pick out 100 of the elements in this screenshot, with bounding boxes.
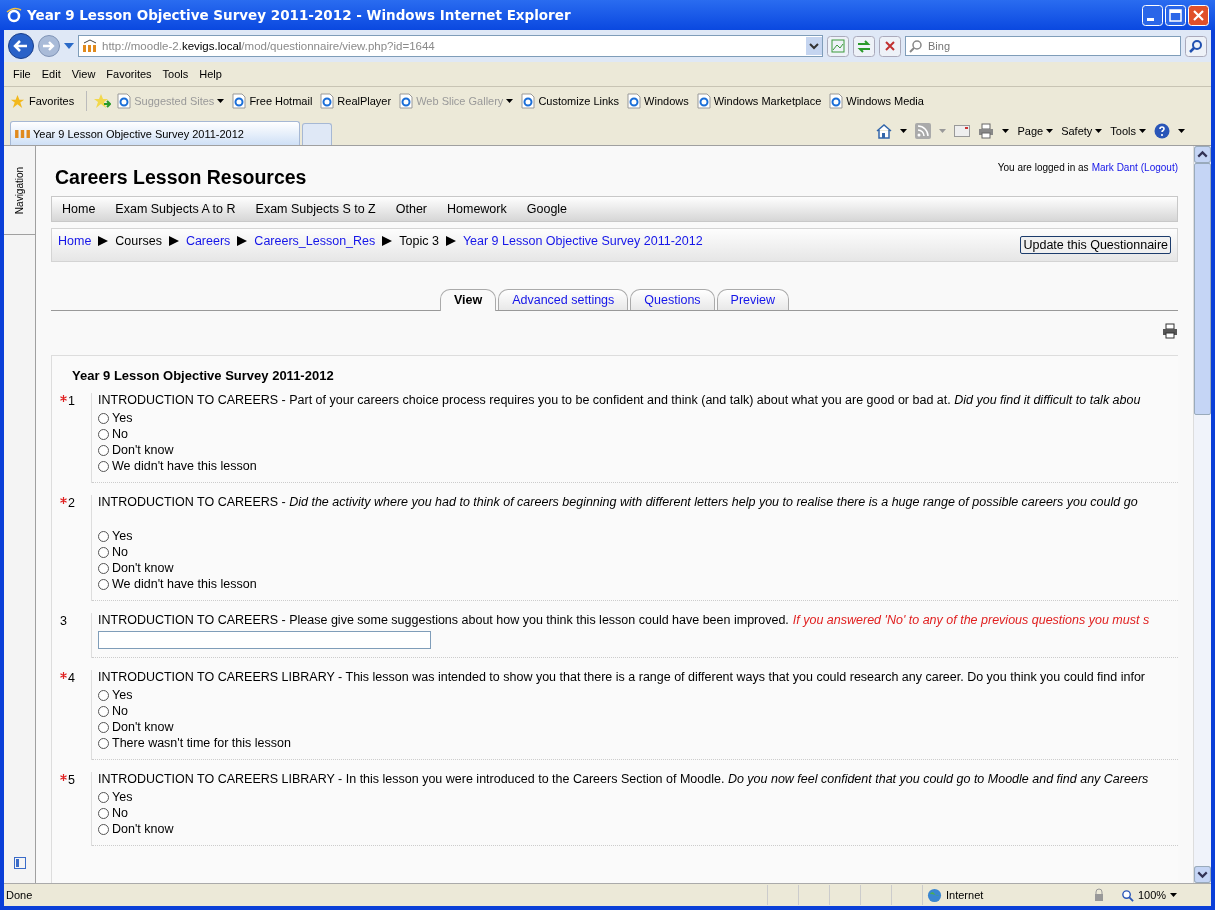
printer-icon[interactable]: [978, 123, 995, 139]
minimize-button[interactable]: [1142, 4, 1163, 26]
add-favorite-icon[interactable]: [93, 93, 112, 109]
favorites-link[interactable]: Windows: [644, 95, 689, 107]
caret-icon[interactable]: [1170, 893, 1178, 897]
caret-icon[interactable]: [806, 37, 822, 55]
option-label[interactable]: Don't know: [112, 822, 174, 836]
radio-button[interactable]: [98, 689, 109, 701]
favorites-link[interactable]: RealPlayer: [337, 95, 392, 107]
favorites-link[interactable]: Free Hotmail: [249, 95, 313, 107]
tab[interactable]: Advanced settings: [498, 289, 629, 310]
home-icon[interactable]: [876, 123, 893, 139]
maximize-button[interactable]: [1165, 4, 1186, 26]
stop-button[interactable]: [879, 35, 901, 57]
breadcrumb-link[interactable]: Home: [58, 234, 92, 248]
nav-link[interactable]: Homework: [447, 202, 527, 216]
scroll-thumb[interactable]: [1194, 163, 1211, 415]
breadcrumb-link[interactable]: Careers_Lesson_Res: [254, 234, 376, 248]
favorites-button[interactable]: Favorites: [10, 93, 81, 109]
address-bar[interactable]: http://moodle-2.kevigs.local/mod/questionnaire/view.php?id=1644: [78, 35, 823, 57]
question-number: 4: [68, 671, 75, 685]
caret-icon[interactable]: [1002, 129, 1010, 133]
radio-button[interactable]: [98, 412, 109, 424]
radio-button[interactable]: [98, 791, 109, 803]
search-field[interactable]: Bing: [905, 36, 1181, 56]
breadcrumb-link[interactable]: Careers: [185, 234, 231, 248]
radio-button[interactable]: [98, 530, 109, 542]
tab[interactable]: Questions: [630, 289, 715, 310]
page-icon: [521, 93, 536, 109]
help-icon[interactable]: [1154, 123, 1170, 139]
menu-item[interactable]: View: [68, 68, 104, 80]
browser-tab[interactable]: Year 9 Lesson Objective Survey 2011-2012: [10, 121, 300, 145]
tab[interactable]: View: [439, 289, 497, 311]
breadcrumb-link[interactable]: Year 9 Lesson Objective Survey 2011-2012: [462, 234, 703, 248]
nav-link[interactable]: Home: [62, 202, 116, 216]
radio-button[interactable]: [98, 578, 109, 590]
option-label[interactable]: Yes: [112, 411, 133, 425]
scroll-down-button[interactable]: [1194, 866, 1211, 883]
forward-button[interactable]: [38, 35, 60, 57]
answer-field[interactable]: [98, 631, 431, 649]
option-label[interactable]: Yes: [112, 529, 133, 543]
magnifier-icon[interactable]: [1121, 888, 1134, 902]
caret-icon[interactable]: [1178, 129, 1185, 133]
logout-link[interactable]: (Logout): [1140, 162, 1178, 173]
nav-link[interactable]: Other: [395, 202, 447, 216]
radio-button[interactable]: [98, 428, 109, 440]
radio-button[interactable]: [98, 737, 109, 749]
favorites-link[interactable]: Windows Media: [846, 95, 924, 107]
option-label[interactable]: Yes: [112, 688, 133, 702]
favorites-link[interactable]: Customize Links: [538, 95, 620, 107]
printer-icon[interactable]: [1162, 323, 1178, 339]
refresh-button[interactable]: [853, 35, 875, 57]
vertical-scrollbar[interactable]: [1193, 146, 1211, 883]
option-label[interactable]: There wasn't time for this lesson: [112, 736, 291, 750]
update-button[interactable]: Update this Questionnaire: [1020, 236, 1171, 254]
option-label[interactable]: No: [112, 806, 128, 820]
close-button[interactable]: [1188, 4, 1209, 26]
command-menu[interactable]: Tools: [1110, 125, 1146, 137]
caret-icon[interactable]: [1139, 129, 1146, 133]
radio-button[interactable]: [98, 705, 109, 717]
menu-item[interactable]: File: [10, 68, 39, 80]
caret-icon[interactable]: [1046, 129, 1054, 133]
radio-button[interactable]: [98, 460, 109, 472]
option-label[interactable]: Don't know: [112, 561, 174, 575]
mail-icon[interactable]: [954, 125, 971, 137]
back-button[interactable]: [8, 33, 34, 59]
tab[interactable]: Preview: [716, 289, 790, 310]
radio-button[interactable]: [98, 546, 109, 558]
command-menu[interactable]: Page: [1017, 125, 1054, 137]
option-label[interactable]: No: [112, 704, 128, 718]
command-menu[interactable]: Safety: [1061, 125, 1103, 137]
nav-link[interactable]: Exam Subjects S to Z: [255, 202, 396, 216]
option-label[interactable]: Don't know: [112, 720, 174, 734]
option-label[interactable]: We didn't have this lesson: [112, 577, 257, 591]
option-label[interactable]: No: [112, 427, 128, 441]
scroll-up-button[interactable]: [1194, 146, 1211, 163]
zoom-level[interactable]: 100%: [1138, 889, 1167, 901]
option-label[interactable]: We didn't have this lesson: [112, 459, 257, 473]
search-button[interactable]: [1185, 35, 1207, 57]
question-number: 2: [68, 496, 75, 510]
nav-link[interactable]: Exam Subjects A to R: [115, 202, 256, 216]
menu-item[interactable]: Edit: [38, 68, 69, 80]
menu-item[interactable]: Help: [196, 68, 230, 80]
radio-button[interactable]: [98, 807, 109, 819]
radio-button[interactable]: [98, 823, 109, 835]
option-label[interactable]: No: [112, 545, 128, 559]
user-link[interactable]: Mark Dant: [1091, 162, 1138, 173]
option-label[interactable]: Yes: [112, 790, 133, 804]
menu-item[interactable]: Favorites: [103, 68, 160, 80]
navigation-tab[interactable]: Navigation: [4, 146, 35, 235]
option-label[interactable]: Don't know: [112, 443, 174, 457]
favorites-link[interactable]: Windows Marketplace: [713, 95, 822, 107]
radio-button[interactable]: [98, 721, 109, 733]
radio-button[interactable]: [98, 444, 109, 456]
nav-link[interactable]: Google: [526, 202, 588, 216]
caret-icon[interactable]: [900, 129, 908, 133]
radio-button[interactable]: [98, 562, 109, 574]
menu-item[interactable]: Tools: [159, 68, 197, 80]
caret-icon[interactable]: [1095, 129, 1103, 133]
panel-icon[interactable]: [13, 857, 26, 869]
